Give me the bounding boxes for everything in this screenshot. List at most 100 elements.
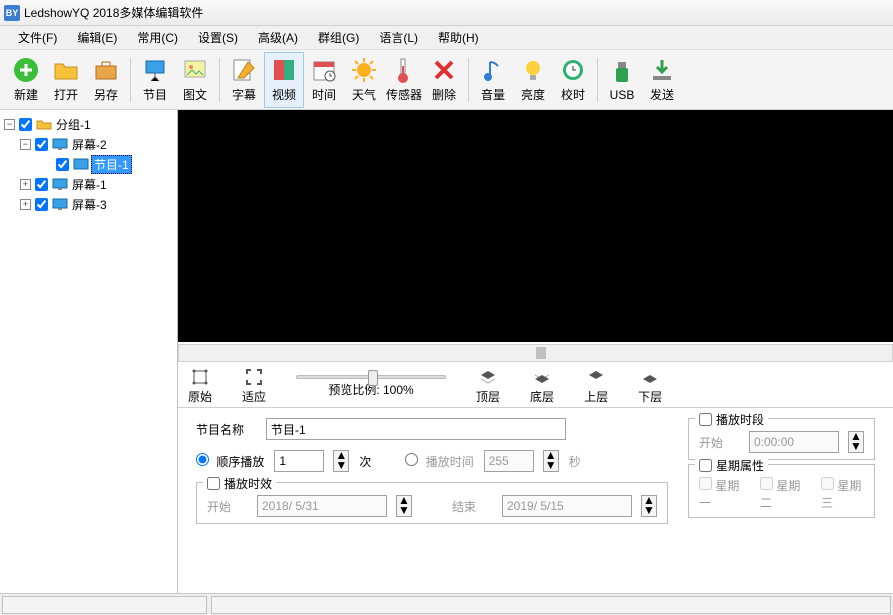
folder-open-icon <box>52 56 80 84</box>
bulb-icon <box>519 56 547 84</box>
tree-screen-3[interactable]: + 屏幕-3 <box>2 194 175 214</box>
seq-count-spinner[interactable]: ▲▼ <box>333 450 349 472</box>
layer-bottom-icon <box>533 368 551 386</box>
monday-checkbox: 星期一 <box>699 477 742 511</box>
brightness-button[interactable]: 亮度 <box>513 52 553 108</box>
calendar-icon <box>310 56 338 84</box>
screen-checkbox[interactable] <box>35 178 48 191</box>
expand-icon <box>245 368 263 386</box>
app-icon: BY <box>4 5 20 21</box>
tree-collapse-icon[interactable]: − <box>20 139 31 150</box>
briefcase-icon <box>92 56 120 84</box>
program-checkbox[interactable] <box>56 158 69 171</box>
screen-checkbox[interactable] <box>35 198 48 211</box>
menu-bar: 文件(F) 编辑(E) 常用(C) 设置(S) 高级(A) 群组(G) 语言(L… <box>0 26 893 50</box>
program-name-label: 节目名称 <box>196 421 256 438</box>
tree-screen-2[interactable]: − 屏幕-2 <box>2 134 175 154</box>
clock-sync-icon <box>559 56 587 84</box>
open-button[interactable]: 打开 <box>46 52 86 108</box>
week-checkbox[interactable] <box>699 459 712 472</box>
layer-down-icon <box>641 368 659 386</box>
screen-checkbox[interactable] <box>35 138 48 151</box>
thermometer-icon <box>390 56 418 84</box>
delete-button[interactable]: 删除 <box>424 52 464 108</box>
zoom-slider[interactable] <box>296 375 446 379</box>
toolbar: 新建 打开 另存 节目 图文 字幕 视频 时间 天气 传感器 删除 音量 亮度 … <box>0 50 893 110</box>
tree-expand-icon[interactable]: + <box>20 199 31 210</box>
move-up-button[interactable]: 上层 <box>584 368 608 405</box>
tree-expand-icon[interactable]: + <box>20 179 31 190</box>
preview-scrollbar[interactable] <box>178 344 893 362</box>
tree-group[interactable]: − 分组-1 <box>2 114 175 134</box>
program-icon <box>73 158 89 170</box>
send-to-back-button[interactable]: 底层 <box>530 368 554 405</box>
tuesday-checkbox: 星期二 <box>760 477 803 511</box>
group-checkbox[interactable] <box>19 118 32 131</box>
usb-stick-icon <box>608 58 636 86</box>
status-bar <box>0 593 893 615</box>
menu-file[interactable]: 文件(F) <box>8 26 67 49</box>
menu-settings[interactable]: 设置(S) <box>188 26 248 49</box>
status-cell-1 <box>2 596 207 614</box>
end-date-spinner: ▲▼ <box>641 495 657 517</box>
view-toolbar: 原始 适应 预览比例: 100% 顶层 底层 上层 下层 <box>178 366 893 408</box>
sun-icon <box>350 56 378 84</box>
save-as-button[interactable]: 另存 <box>86 52 126 108</box>
period-start-spinner: ▲▼ <box>848 431 864 453</box>
video-button[interactable]: 视频 <box>264 52 304 108</box>
time-button[interactable]: 时间 <box>304 52 344 108</box>
duration-input <box>484 450 534 472</box>
week-fieldset: 星期属性 星期一 星期二 星期三 <box>688 464 875 518</box>
sensor-button[interactable]: 传感器 <box>384 52 424 108</box>
new-button[interactable]: 新建 <box>6 52 46 108</box>
usb-button[interactable]: USB <box>602 52 642 108</box>
menu-language[interactable]: 语言(L) <box>369 26 428 49</box>
monitor-icon <box>52 138 68 150</box>
menu-common[interactable]: 常用(C) <box>127 26 188 49</box>
menu-group[interactable]: 群组(G) <box>308 26 369 49</box>
seq-unit: 次 <box>359 453 371 470</box>
duration-spinner: ▲▼ <box>543 450 559 472</box>
duration-play-radio[interactable]: 播放时间 <box>405 453 473 470</box>
fit-button[interactable]: 适应 <box>242 368 266 405</box>
original-size-button[interactable]: 原始 <box>188 368 212 405</box>
seq-play-radio[interactable]: 顺序播放 <box>196 453 264 470</box>
seq-count-input[interactable] <box>274 450 324 472</box>
crop-icon <box>191 368 209 386</box>
music-note-icon <box>479 56 507 84</box>
period-start-input <box>749 431 839 453</box>
bring-to-front-button[interactable]: 顶层 <box>476 368 500 405</box>
tree-panel: − 分组-1 − 屏幕-2 节目-1 + 屏幕-1 + <box>0 110 178 593</box>
app-title: LedshowYQ 2018多媒体编辑软件 <box>24 4 203 21</box>
menu-edit[interactable]: 编辑(E) <box>67 26 127 49</box>
move-down-button[interactable]: 下层 <box>638 368 662 405</box>
image-icon <box>181 56 209 84</box>
weather-button[interactable]: 天气 <box>344 52 384 108</box>
timing-button[interactable]: 校时 <box>553 52 593 108</box>
period-start-label: 开始 <box>699 434 739 451</box>
tree-screen-1[interactable]: + 屏幕-1 <box>2 174 175 194</box>
volume-button[interactable]: 音量 <box>473 52 513 108</box>
program-button[interactable]: 节目 <box>135 52 175 108</box>
folder-icon <box>36 118 52 130</box>
menu-advanced[interactable]: 高级(A) <box>248 26 308 49</box>
status-cell-2 <box>211 596 891 614</box>
play-period-fieldset: 播放时段 开始 ▲▼ <box>688 418 875 460</box>
start-date-input <box>257 495 387 517</box>
tree-collapse-icon[interactable]: − <box>4 119 15 130</box>
wednesday-checkbox: 星期三 <box>821 477 864 511</box>
end-date-label: 结束 <box>452 498 492 515</box>
send-button[interactable]: 发送 <box>642 52 682 108</box>
end-date-input <box>502 495 632 517</box>
pictext-button[interactable]: 图文 <box>175 52 215 108</box>
duration-unit: 秒 <box>569 453 581 470</box>
play-period-checkbox[interactable] <box>699 413 712 426</box>
subtitle-button[interactable]: 字幕 <box>224 52 264 108</box>
pencil-note-icon <box>230 56 258 84</box>
menu-help[interactable]: 帮助(H) <box>428 26 489 49</box>
tree-program-1[interactable]: 节目-1 <box>2 154 175 174</box>
plus-circle-icon <box>12 56 40 84</box>
download-tray-icon <box>648 56 676 84</box>
program-name-input[interactable] <box>266 418 566 440</box>
play-effect-checkbox[interactable] <box>207 477 220 490</box>
